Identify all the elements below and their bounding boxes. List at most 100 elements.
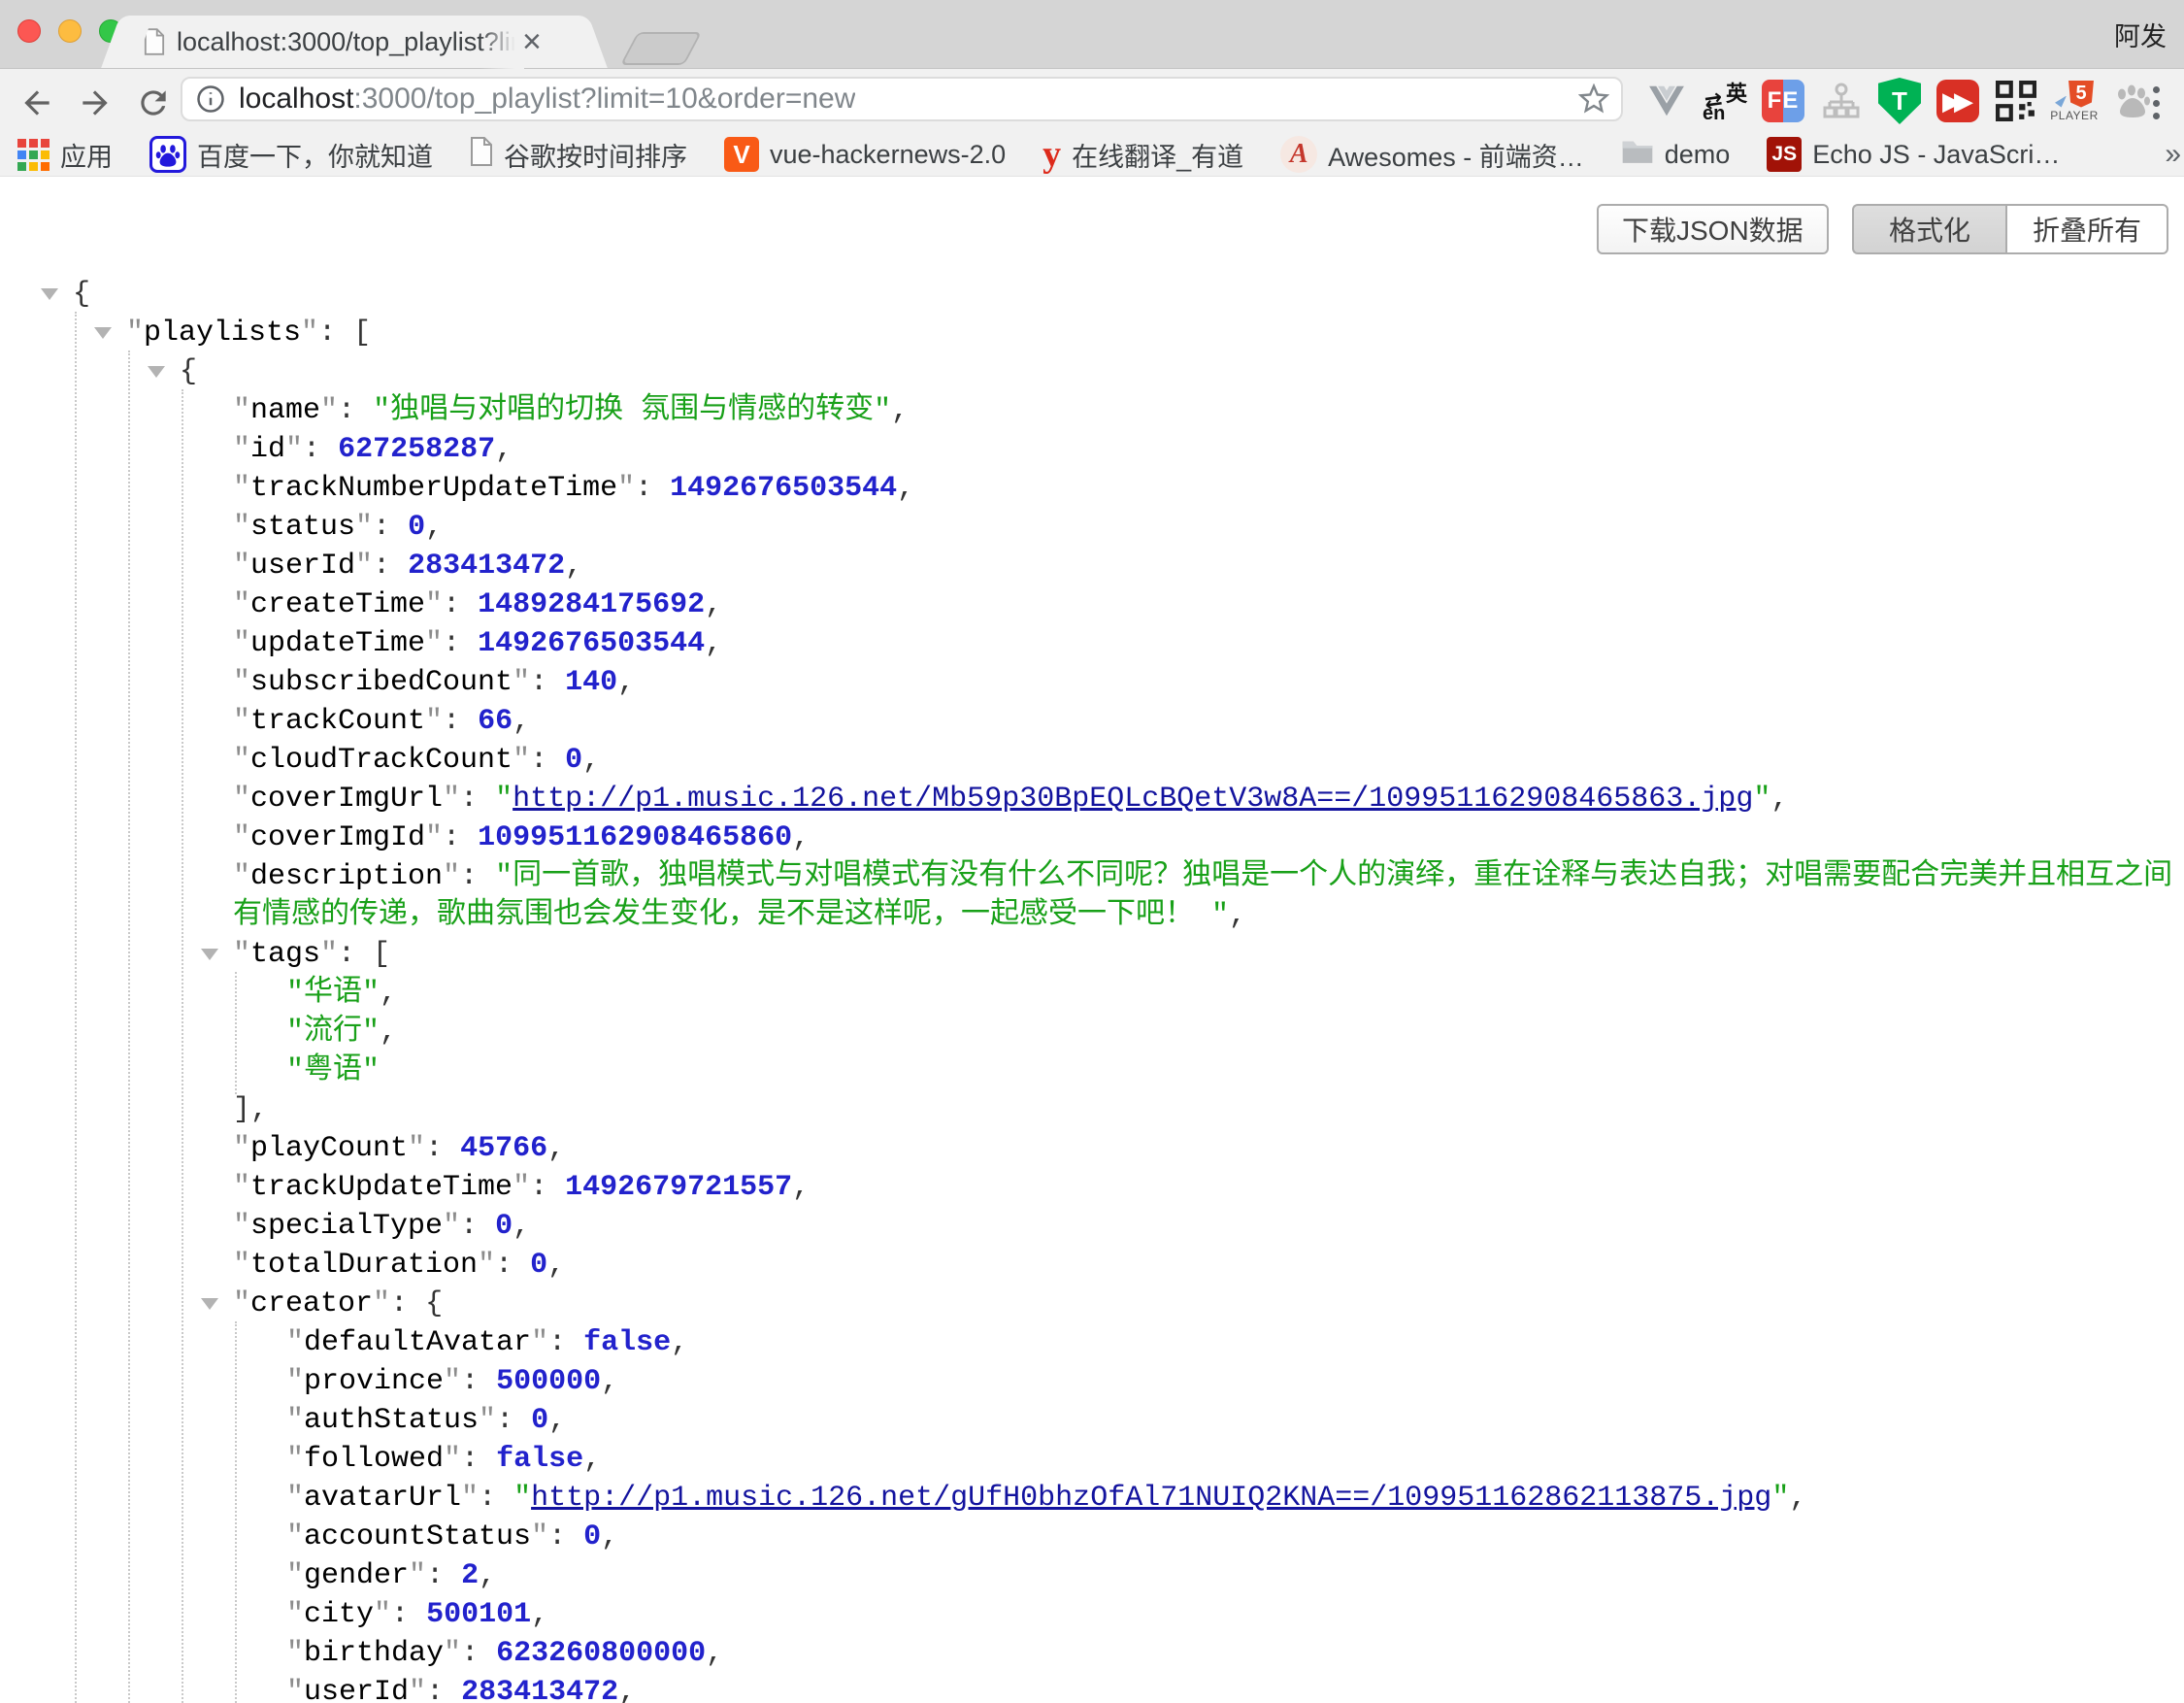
json-row: "userId": 283413472, xyxy=(0,1673,2176,1703)
page-info-icon[interactable] xyxy=(196,84,225,114)
json-punctuation: : xyxy=(373,511,408,544)
collapse-toggle-icon[interactable] xyxy=(94,327,112,339)
json-key: followed xyxy=(304,1443,444,1476)
fast-forward-icon[interactable]: ▶▶ xyxy=(1936,79,1980,123)
json-quote: " xyxy=(320,394,338,427)
json-quote: " xyxy=(233,821,250,854)
bookmark-google-sort[interactable]: 谷歌按时间排序 xyxy=(470,136,687,174)
json-row: "trackCount": 66, xyxy=(0,702,2176,741)
reload-button[interactable] xyxy=(132,82,175,124)
close-window-button[interactable] xyxy=(17,19,41,43)
json-open-bracket: [ xyxy=(353,317,371,350)
json-quote: " xyxy=(444,1637,461,1670)
collapse-all-button[interactable]: 折叠所有 xyxy=(2005,204,2168,254)
json-row: "playlists": [ xyxy=(0,314,2176,352)
json-row: "tags": [ xyxy=(0,935,2176,974)
json-quote: " xyxy=(233,511,250,544)
bookmarks-overflow-chevron[interactable]: » xyxy=(2165,138,2181,171)
bookmark-awesomes[interactable]: A Awesomes - 前端资… xyxy=(1280,136,1584,174)
json-punctuation: , xyxy=(1229,899,1246,932)
minimize-window-button[interactable] xyxy=(58,19,82,43)
fe-extension-icon[interactable]: FE xyxy=(1761,79,1805,123)
bookmark-apps[interactable]: 应用 xyxy=(17,136,113,174)
json-row: "coverImgId": 109951162908465860, xyxy=(0,818,2176,857)
forward-button[interactable] xyxy=(74,82,116,124)
json-open-bracket: { xyxy=(180,355,197,388)
json-punctuation: , xyxy=(582,744,600,777)
json-quote: " xyxy=(286,1326,304,1359)
json-punctuation: , xyxy=(495,433,513,466)
json-quote: " xyxy=(286,1443,304,1476)
json-quote: " xyxy=(443,1210,460,1243)
bookmark-echojs[interactable]: JS Echo JS - JavaScri… xyxy=(1767,137,2060,172)
collapse-toggle-icon[interactable] xyxy=(201,1298,218,1310)
json-quote: " xyxy=(374,1598,391,1631)
bookmark-youdao-translate[interactable]: y 在线翻译_有道 xyxy=(1042,136,1243,174)
json-url-link[interactable]: http://p1.music.126.net/Mb59p30BpEQLcBQe… xyxy=(513,783,1753,816)
json-punctuation: : xyxy=(495,1249,530,1282)
sitemap-icon[interactable] xyxy=(1819,79,1864,123)
new-tab-button[interactable] xyxy=(620,32,702,65)
json-quote: " xyxy=(286,1598,304,1631)
json-number-value: 109951162908465860 xyxy=(478,821,792,854)
back-button[interactable] xyxy=(16,82,58,124)
tab-close-icon[interactable]: × xyxy=(522,27,542,56)
json-quote: " xyxy=(285,433,303,466)
json-punctuation: : xyxy=(461,1637,496,1670)
json-key: creator xyxy=(250,1287,373,1320)
indent-guide xyxy=(235,972,237,1094)
json-quote: " xyxy=(286,1559,304,1592)
json-row: "city": 500101, xyxy=(0,1595,2176,1634)
url-bar[interactable]: localhost:3000/top_playlist?limit=10&ord… xyxy=(181,77,1623,121)
bookmark-star-icon[interactable] xyxy=(1578,83,1609,115)
json-row: "流行", xyxy=(0,1013,2176,1052)
json-number-value: 1492676503544 xyxy=(478,627,705,660)
json-key: totalDuration xyxy=(250,1249,478,1282)
json-quote: " xyxy=(425,627,443,660)
json-quote: " xyxy=(233,394,250,427)
format-button[interactable]: 格式化 xyxy=(1852,204,2005,254)
bookmarks-bar: 应用 百度一下，你就知道 谷歌按时间排序 V vue-hackernews-2.… xyxy=(0,133,2184,177)
json-row: "trackUpdateTime": 1492679721557, xyxy=(0,1168,2176,1207)
json-number-value: 627258287 xyxy=(338,433,495,466)
profile-name[interactable]: 阿发 xyxy=(2114,16,2167,53)
json-quote: " xyxy=(461,1482,479,1515)
json-key: name xyxy=(250,394,320,427)
browser-menu-icon[interactable] xyxy=(2141,86,2170,119)
browser-tab[interactable]: localhost:3000/top_playlist?lim × xyxy=(126,16,582,68)
download-json-button[interactable]: 下载JSON数据 xyxy=(1597,204,1829,254)
json-quote: " xyxy=(617,472,635,505)
bookmark-baidu[interactable]: 百度一下，你就知道 xyxy=(149,136,433,174)
json-url-link[interactable]: http://p1.music.126.net/gUfH0bhzOfAl71NU… xyxy=(531,1482,1771,1515)
qr-code-icon[interactable] xyxy=(1994,79,2038,123)
json-punctuation: , xyxy=(531,1598,548,1631)
vue-devtools-icon[interactable] xyxy=(1644,79,1689,123)
json-punctuation: , xyxy=(547,1132,565,1165)
json-row: "birthday": 623260800000, xyxy=(0,1634,2176,1673)
json-quote: " xyxy=(126,317,144,350)
json-key: updateTime xyxy=(250,627,425,660)
json-quote: " xyxy=(233,472,250,505)
json-number-value: 0 xyxy=(495,1210,513,1243)
json-string-value: "流行" xyxy=(286,1016,380,1049)
json-quote: " xyxy=(408,1132,425,1165)
json-punctuation: : xyxy=(425,1132,460,1165)
json-quote: " xyxy=(286,1676,304,1703)
bookmark-vue-hackernews[interactable]: V vue-hackernews-2.0 xyxy=(724,137,1006,172)
html5-player-icon[interactable]: 5 PLAYER xyxy=(2052,79,2097,123)
json-number-value: 66 xyxy=(478,705,513,738)
tab-strip: localhost:3000/top_playlist?lim × 阿发 xyxy=(0,0,2184,69)
json-number-value: 283413472 xyxy=(408,550,565,583)
tampermonkey-icon[interactable]: T xyxy=(1877,79,1922,123)
collapse-toggle-icon[interactable] xyxy=(148,366,165,378)
json-key: accountStatus xyxy=(304,1520,531,1553)
json-key: subscribedCount xyxy=(250,666,513,699)
collapse-toggle-icon[interactable] xyxy=(41,288,58,300)
translate-icon[interactable]: 英 ⇄ en xyxy=(1703,79,1747,123)
collapse-toggle-icon[interactable] xyxy=(201,949,218,960)
json-key: coverImgId xyxy=(250,821,425,854)
bookmark-demo-folder[interactable]: demo xyxy=(1621,138,1731,172)
json-row: "province": 500000, xyxy=(0,1362,2176,1401)
awesomes-icon: A xyxy=(1280,136,1317,173)
json-quote: " xyxy=(1753,783,1770,816)
